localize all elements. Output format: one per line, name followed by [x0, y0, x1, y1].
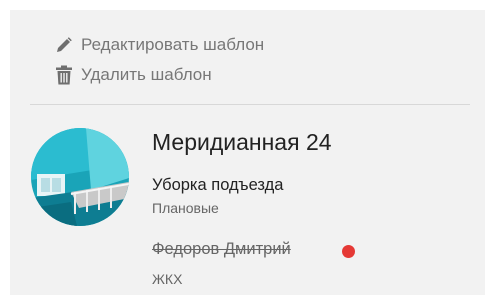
assignee-name[interactable]: Федоров Дмитрий: [152, 240, 291, 259]
edit-template-button[interactable]: Редактировать шаблон: [54, 35, 264, 55]
pencil-icon: [54, 35, 74, 55]
address-title: Меридианная 24: [152, 129, 332, 155]
template-panel: Редактировать шаблон Удалить шаблон Мери…: [10, 10, 485, 295]
trash-icon: [54, 65, 74, 85]
organization-label: ЖКХ: [152, 271, 183, 287]
task-name: Уборка подъезда: [152, 176, 284, 194]
edit-template-label: Редактировать шаблон: [81, 35, 265, 54]
status-dot: [342, 245, 355, 258]
delete-template-label: Удалить шаблон: [81, 65, 212, 84]
divider: [30, 104, 470, 105]
task-type: Плановые: [152, 200, 219, 216]
stairwell-photo-avatar: [31, 128, 129, 226]
delete-template-button[interactable]: Удалить шаблон: [54, 65, 212, 85]
